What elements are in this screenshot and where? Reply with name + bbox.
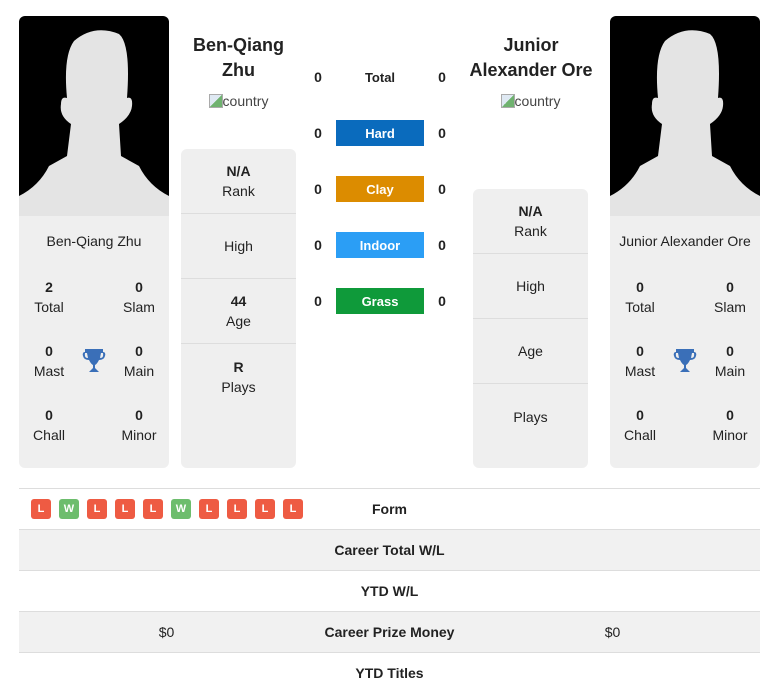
career-wl-label: Career Total W/L [334, 542, 445, 558]
form-badge-loss[interactable]: L [31, 499, 51, 519]
surface-clay-label: Clay [336, 176, 424, 202]
p1-grass-count: 0 [314, 293, 322, 309]
form-badge-loss[interactable]: L [283, 499, 303, 519]
form-badge-win[interactable]: W [171, 499, 191, 519]
player2-plays: Plays [513, 408, 548, 425]
form-row: LWLLLWLLLL Form [19, 488, 760, 529]
player1-form: LWLLLWLLLL [19, 499, 314, 519]
career-wl-row: Career Total W/L [19, 529, 760, 570]
p2-grass-count: 0 [438, 293, 446, 309]
player1-chall: 0 Chall [33, 407, 65, 443]
form-badge-loss[interactable]: L [199, 499, 219, 519]
p2-hard-count: 0 [438, 125, 446, 141]
player2-main: 0 Main [714, 343, 746, 379]
surface-row-clay: 0 Clay 0 [305, 176, 455, 202]
surface-row-grass: 0 Grass 0 [305, 288, 455, 314]
broken-image-icon [208, 94, 223, 108]
surface-total-label: Total [364, 69, 396, 85]
p1-clay-count: 0 [314, 181, 322, 197]
surface-grass-label: Grass [336, 288, 424, 314]
form-badge-loss[interactable]: L [115, 499, 135, 519]
surface-row-hard: 0 Hard 0 [305, 120, 455, 146]
player1-name: Ben-Qiang Zhu [46, 233, 142, 249]
form-badge-win[interactable]: W [59, 499, 79, 519]
p1-total-count: 0 [314, 69, 322, 85]
player1-prize-money: $0 [158, 624, 175, 640]
ytd-wl-row: YTD W/L [19, 570, 760, 611]
form-badge-loss[interactable]: L [143, 499, 163, 519]
player2-mast: 0 Mast [624, 343, 656, 379]
player2-prize-money: $0 [604, 624, 621, 640]
broken-image-icon [500, 94, 515, 108]
player2-high: High [473, 254, 588, 319]
player1-minor: 0 Minor [121, 407, 157, 443]
player1-main: 0 Main [123, 343, 155, 379]
player2-age: Age [473, 319, 588, 384]
ytd-titles-row: YTD Titles [19, 652, 760, 693]
player1-title[interactable]: Ben-Qiang Zhu [181, 33, 296, 83]
player2-name: Junior Alexander Ore [619, 233, 751, 249]
player2-minor: 0 Minor [712, 407, 748, 443]
player2-chall: 0 Chall [624, 407, 656, 443]
player1-slam: 0 Slam [123, 279, 155, 315]
ytd-wl-label: YTD W/L [360, 583, 419, 599]
p2-total-count: 0 [438, 69, 446, 85]
p1-hard-count: 0 [314, 125, 322, 141]
player1-photo [19, 16, 169, 216]
p2-clay-count: 0 [438, 181, 446, 197]
form-badge-loss[interactable]: L [227, 499, 247, 519]
player2-total: 0 Total [625, 279, 655, 315]
p1-indoor-count: 0 [314, 237, 322, 253]
player1-total: 2 Total [34, 279, 64, 315]
player2-rank: N/A Rank [473, 189, 588, 254]
form-label: Form [372, 501, 407, 517]
player2-title[interactable]: Junior Alexander Ore [465, 33, 597, 83]
player1-high: High [181, 214, 296, 279]
surface-row-indoor: 0 Indoor 0 [305, 232, 455, 258]
player1-plays: R Plays [221, 358, 256, 395]
player2-info-panel: N/A Rank High Age Plays [473, 189, 588, 468]
form-badge-loss[interactable]: L [255, 499, 275, 519]
player2-slam: 0 Slam [714, 279, 746, 315]
player1-info-panel: N/A Rank High 44 Age R Plays [181, 149, 296, 468]
ytd-titles-label: YTD Titles [355, 665, 424, 681]
prize-money-row: $0 Career Prize Money $0 [19, 611, 760, 652]
silhouette-icon [610, 30, 760, 216]
surface-row-total: 0 Total 0 [305, 64, 455, 90]
player1-age: 44 Age [181, 279, 296, 344]
prize-money-label: Career Prize Money [324, 624, 455, 640]
player2-flag: country [473, 93, 588, 109]
surface-hard-label: Hard [336, 120, 424, 146]
p2-indoor-count: 0 [438, 237, 446, 253]
form-badge-loss[interactable]: L [87, 499, 107, 519]
surface-indoor-label: Indoor [336, 232, 424, 258]
player1-mast: 0 Mast [33, 343, 65, 379]
player2-photo [610, 16, 760, 216]
trophy-icon [82, 347, 106, 373]
silhouette-icon [19, 30, 169, 216]
trophy-icon [673, 347, 697, 373]
player1-rank: N/A Rank [181, 149, 296, 214]
player1-flag: country [181, 93, 296, 109]
